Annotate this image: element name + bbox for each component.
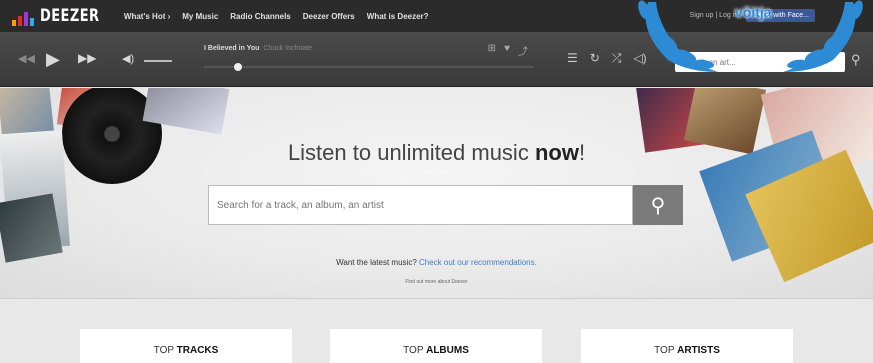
track-actions: ⊞ ♥ ⤴ [488, 43, 528, 58]
next-icon[interactable]: ▶▶ [78, 51, 96, 65]
playback-options: ☰ ↻ ⤮ ◁) [567, 51, 647, 66]
card-title-bold: ARTISTS [677, 345, 720, 356]
volume-slider[interactable] [144, 60, 172, 62]
hero-headline-suffix: ! [578, 140, 586, 165]
logo-bar [18, 16, 22, 26]
logo-bar [24, 12, 28, 26]
top-albums-card[interactable]: TOP ALBUMS [330, 329, 542, 363]
card-title-bold: TRACKS [176, 345, 219, 356]
track-title: I Believed in You Chuck Inchoate [204, 45, 312, 52]
nav-link-what-is-deezer[interactable]: What is Deezer? [367, 12, 429, 21]
logo-bar [30, 18, 34, 26]
track-name[interactable]: I Believed in You [204, 45, 259, 52]
nav-link-radio-channels[interactable]: Radio Channels [230, 12, 290, 21]
previous-icon[interactable]: ◀◀ [18, 52, 35, 65]
logo-bar [12, 20, 16, 26]
album-cover-image [0, 193, 63, 263]
progress-knob[interactable] [234, 63, 242, 71]
hero-section: Listen to unlimited music now! ⚲ Want th… [0, 88, 873, 298]
card-title: TOP ARTISTS [581, 345, 793, 356]
play-icon[interactable]: ▶ [46, 49, 60, 70]
search-icon: ⚲ [650, 194, 666, 217]
top-charts-section: TOP TRACKS TOP ALBUMS TOP ARTISTS [0, 298, 873, 363]
winner-badge-text: võitja [735, 4, 772, 20]
hero-headline-text: Listen to unlimited music [287, 140, 535, 165]
add-to-playlist-icon[interactable]: ⊞ [488, 43, 496, 58]
card-title-prefix: TOP [403, 345, 427, 356]
card-title: TOP TRACKS [80, 345, 292, 356]
signin-link[interactable]: Sign up | Log in [690, 12, 739, 19]
shuffle-icon[interactable]: ⤮ [612, 51, 622, 66]
hero-headline: Listen to unlimited music now! [0, 140, 873, 166]
recommendations-prompt: Want the latest music? Check out our rec… [0, 258, 873, 267]
card-title-prefix: TOP [153, 345, 177, 356]
nav-link-deezer-offers[interactable]: Deezer Offers [303, 12, 355, 21]
favorite-icon[interactable]: ♥ [504, 43, 510, 58]
track-artist[interactable]: Chuck Inchoate [263, 45, 312, 52]
find-out-more-link[interactable]: Find out more about Deezer [0, 279, 873, 285]
volume-icon[interactable]: ◀) [122, 52, 134, 65]
recommendations-link[interactable]: Check out our recommendations. [419, 258, 537, 267]
search-icon[interactable]: ⚲ [851, 52, 861, 68]
card-title-prefix: TOP [654, 345, 678, 356]
nav-link-whats-hot[interactable]: What's Hot › [124, 12, 170, 21]
progress-bar[interactable] [204, 63, 534, 71]
share-icon[interactable]: ⤴ [518, 43, 528, 58]
nav-link-my-music[interactable]: My Music [182, 12, 218, 21]
main-search-input[interactable] [208, 185, 633, 225]
top-tracks-card[interactable]: TOP TRACKS [80, 329, 292, 363]
player-search-input[interactable] [675, 52, 845, 72]
top-artists-card[interactable]: TOP ARTISTS [581, 329, 793, 363]
repeat-icon[interactable]: ↻ [590, 51, 600, 66]
now-playing: I Believed in You Chuck Inchoate ⊞ ♥ ⤴ [198, 41, 538, 77]
queue-icon[interactable]: ☰ [567, 51, 578, 66]
logo-text: DEEZER [40, 6, 100, 26]
deezer-logo[interactable]: DEEZER [12, 6, 110, 26]
card-title-bold: ALBUMS [426, 345, 469, 356]
sound-icon[interactable]: ◁) [633, 51, 646, 66]
main-search-button[interactable]: ⚲ [633, 185, 683, 225]
recommendations-text: Want the latest music? [336, 258, 419, 267]
nav-links: What's Hot › My Music Radio Channels Dee… [124, 12, 429, 21]
player-bar: ◀◀ ▶ ▶▶ ◀) I Believed in You Chuck Inchoa… [0, 32, 873, 87]
hero-headline-bold: now [534, 140, 579, 165]
card-title: TOP ALBUMS [330, 345, 542, 356]
